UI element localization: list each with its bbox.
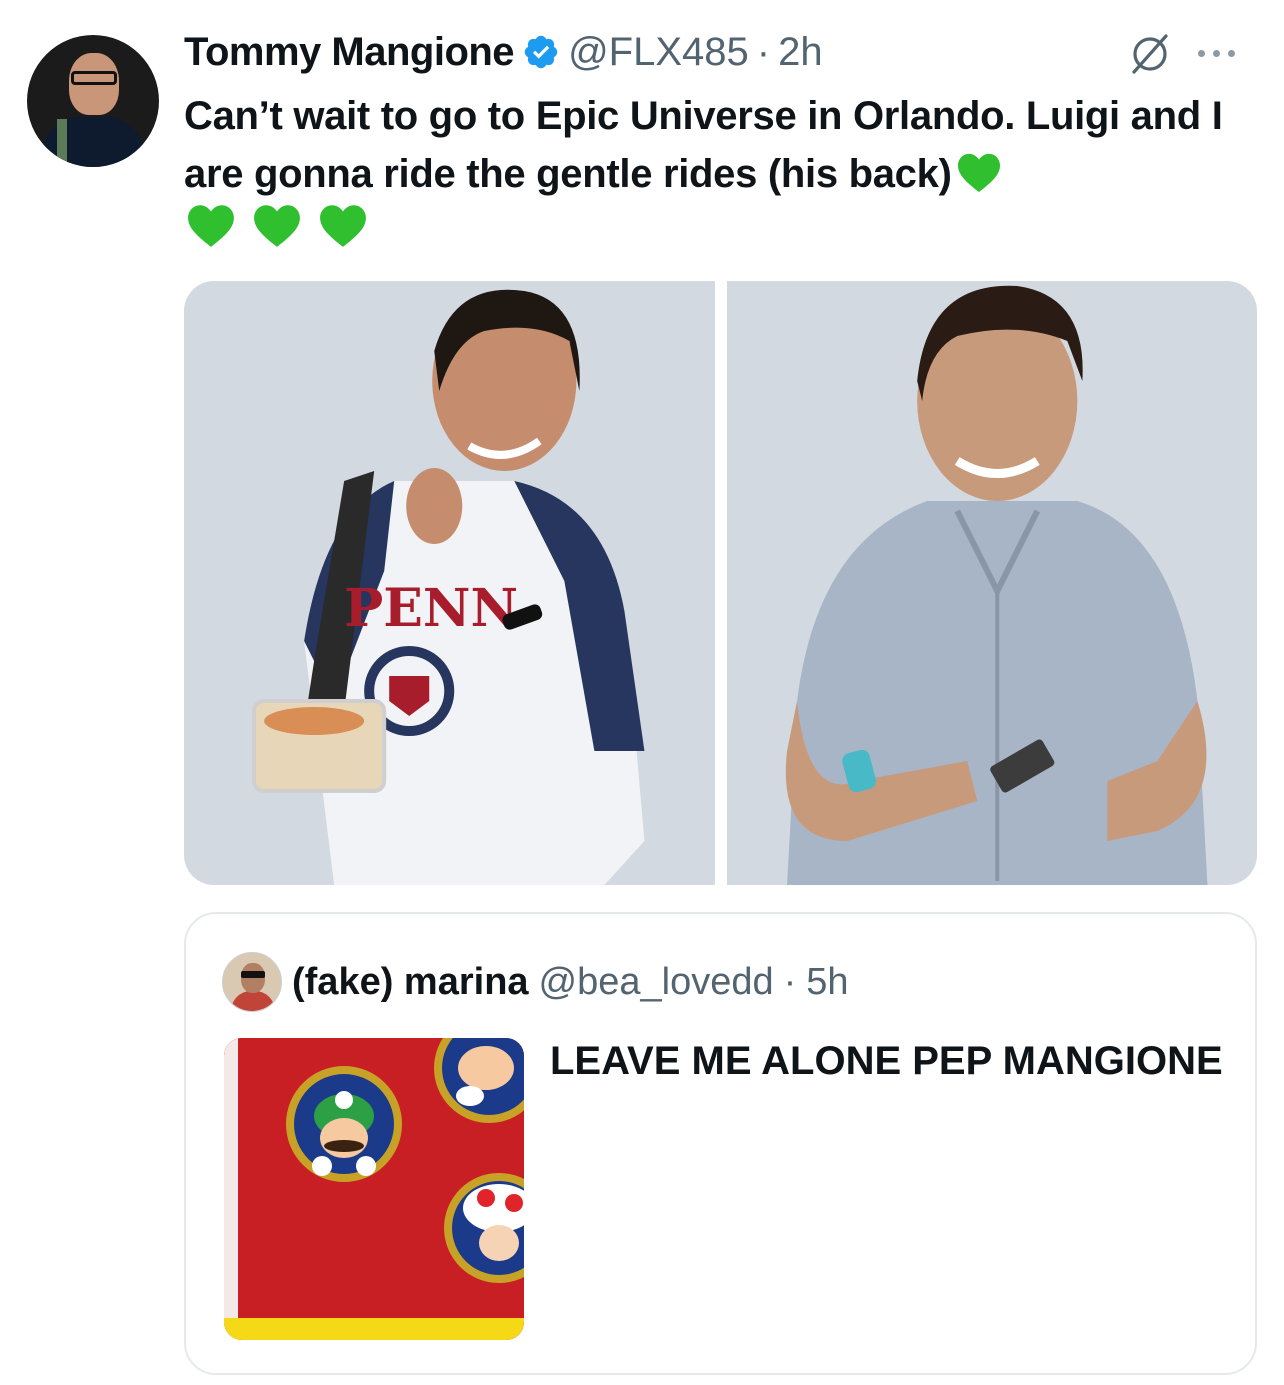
avatar-glasses — [71, 71, 117, 85]
quote-author-avatar[interactable] — [222, 952, 282, 1012]
quoted-post[interactable]: (fake) marina @bea_lovedd · 5h LEAVE ME … — [184, 912, 1257, 1375]
quote-author-display-name[interactable]: (fake) marina — [292, 961, 529, 1004]
man-penn-shirt-image: PENN — [252, 289, 645, 885]
post-header: Tommy Mangione @FLX485 · 2h — [184, 27, 823, 77]
header-separator: · — [756, 29, 771, 74]
more-dot-icon — [1198, 50, 1205, 57]
verified-badge-icon — [524, 35, 558, 69]
author-avatar[interactable] — [27, 35, 159, 167]
quote-avatar-sunglasses — [241, 971, 265, 978]
more-icon[interactable] — [1198, 50, 1252, 60]
green-heart-icon — [188, 205, 234, 247]
post-media: PENN — [184, 281, 1257, 885]
green-heart-icon — [320, 205, 366, 247]
post-timestamp[interactable]: 2h — [778, 30, 823, 75]
quote-thumbnail[interactable] — [224, 1038, 524, 1340]
author-display-name[interactable]: Tommy Mangione — [184, 30, 515, 75]
green-heart-icon — [254, 205, 300, 247]
svg-text:PENN: PENN — [344, 578, 518, 639]
post-text: Can’t wait to go to Epic Universe in Orl… — [184, 87, 1259, 203]
quote-timestamp[interactable]: 5h — [806, 961, 848, 1004]
quote-header: (fake) marina @bea_lovedd · 5h — [222, 952, 849, 1012]
quote-avatar-shirt — [231, 991, 275, 1011]
heart-emoji-row — [186, 202, 368, 248]
post-text-content: Can’t wait to go to Epic Universe in Orl… — [184, 94, 1223, 196]
media-photo-left[interactable]: PENN — [184, 281, 715, 885]
quote-avatar-face — [241, 963, 265, 993]
author-handle[interactable]: @FLX485 — [568, 30, 749, 75]
quote-author-handle[interactable]: @bea_lovedd — [539, 961, 774, 1004]
media-photo-right[interactable] — [726, 281, 1257, 885]
more-dot-icon — [1213, 50, 1220, 57]
more-dot-icon — [1228, 50, 1235, 57]
quote-text: LEAVE ME ALONE PEP MANGIONE — [550, 1039, 1223, 1083]
mario-characters-image — [224, 1038, 524, 1340]
quote-header-separator: · — [783, 960, 797, 1003]
green-heart-icon — [957, 153, 1000, 193]
avatar-strap — [57, 119, 67, 167]
man-grey-shirt-image — [785, 285, 1207, 885]
grok-icon[interactable] — [1128, 32, 1172, 76]
